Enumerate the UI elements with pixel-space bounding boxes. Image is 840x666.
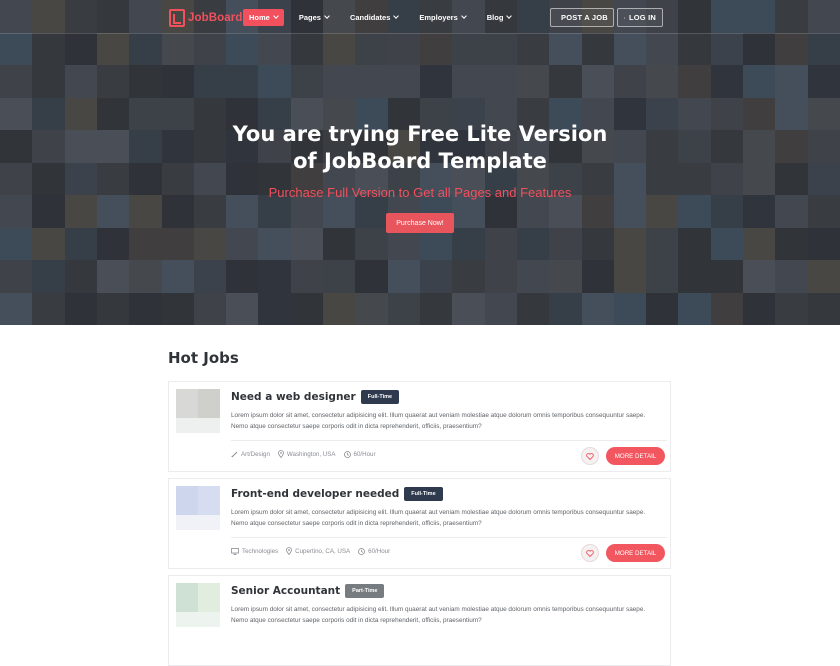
job-rate-label: 60/Hour (353, 450, 376, 458)
map-pin-icon (286, 547, 293, 555)
chevron-down-icon (273, 13, 279, 19)
hero-subtitle: Purchase Full Version to Get all Pages a… (268, 185, 572, 200)
job-title[interactable]: Need a web designer (231, 391, 356, 403)
nav-item-candidates[interactable]: Candidates (344, 9, 404, 26)
post-job-label: POST A JOB (561, 13, 608, 22)
chevron-down-icon (506, 13, 513, 19)
login-button[interactable]: LOG IN (617, 8, 663, 27)
company-logo[interactable] (176, 389, 220, 433)
job-title[interactable]: Senior Accountant (231, 585, 340, 597)
nav-item-label: Blog (486, 13, 504, 22)
more-detail-button[interactable]: MORE DETAIL (606, 544, 665, 562)
more-detail-button[interactable]: MORE DETAIL (606, 447, 665, 465)
login-label: LOG IN (628, 13, 656, 22)
job-type-badge: Full-Time (360, 390, 400, 404)
job-rate-label: 60/Hour (368, 547, 391, 555)
job-title[interactable]: Front-end developer needed (231, 488, 399, 500)
nav-item-label: Home (249, 13, 270, 22)
site-logo[interactable]: JobBoard (169, 8, 242, 27)
nav-item-blog[interactable]: Blog (481, 9, 518, 26)
job-category-label: Art/Design (241, 450, 270, 458)
job-category: Art/Design (231, 451, 270, 458)
job-rate: 60/Hour (358, 548, 390, 555)
job-location: Washington, USA (277, 450, 336, 458)
job-location-label: Washington, USA (286, 450, 336, 458)
job-description: Lorem ipsum dolor sit amet, consectetur … (231, 509, 646, 527)
job-category: Technologies (231, 548, 278, 555)
post-job-button[interactable]: POST A JOB (550, 8, 614, 27)
main-nav: Home Pages Candidates Employers Blog (243, 9, 526, 26)
monitor-icon (231, 547, 239, 555)
logo-icon (169, 8, 185, 27)
heart-icon (586, 549, 594, 557)
job-rate: 60/Hour (343, 450, 376, 458)
job-meta: Art/Design Washington, USA 60/Hour (231, 450, 384, 458)
job-meta: Technologies Cupertino, CA, USA 60/Hour (231, 547, 398, 555)
clock-icon (358, 547, 366, 555)
job-card: Senior Accountant Part-Time Lorem ipsum … (168, 575, 671, 666)
job-description: Lorem ipsum dolor sit amet, consectetur … (231, 412, 646, 430)
map-pin-icon (277, 450, 284, 458)
nav-item-home[interactable]: Home (243, 9, 284, 26)
lock-icon (624, 16, 625, 19)
favorite-button[interactable] (581, 447, 599, 465)
divider (231, 440, 667, 441)
company-logo[interactable] (176, 583, 220, 627)
nav-item-pages[interactable]: Pages (293, 9, 335, 26)
hot-jobs-heading: Hot Jobs (168, 349, 239, 367)
pen-icon (231, 451, 238, 457)
clock-icon (343, 450, 351, 458)
job-type-badge: Full-Time (404, 487, 443, 501)
nav-item-label: Candidates (349, 13, 391, 22)
job-card: Front-end developer needed Full-Time Lor… (168, 478, 671, 569)
top-navbar: JobBoard Home Pages Candidates Employers… (0, 0, 840, 34)
chevron-down-icon (324, 13, 330, 19)
nav-item-employers[interactable]: Employers (413, 9, 471, 26)
favorite-button[interactable] (581, 544, 599, 562)
divider (231, 537, 667, 538)
job-category-label: Technologies (242, 547, 279, 555)
job-location: Cupertino, CA, USA (286, 547, 350, 555)
job-type-badge: Part-Time (345, 584, 385, 598)
job-card: Need a web designer Full-Time Lorem ipsu… (168, 381, 671, 472)
hero-title-line-1: You are trying Free Lite Version (232, 122, 608, 146)
heart-icon (586, 452, 594, 460)
company-logo[interactable] (176, 486, 220, 530)
hero-title: You are trying Free Lite Version of JobB… (0, 121, 840, 175)
job-description: Lorem ipsum dolor sit amet, consectetur … (231, 606, 646, 624)
purchase-now-button[interactable]: Purchase Now! (386, 213, 454, 233)
chevron-down-icon (393, 13, 400, 19)
hero-banner: JobBoard Home Pages Candidates Employers… (0, 0, 840, 325)
logo-text: JobBoard (188, 11, 243, 24)
chevron-down-icon (460, 13, 467, 19)
hero-title-line-2: of JobBoard Template (293, 149, 547, 173)
job-location-label: Cupertino, CA, USA (295, 547, 351, 555)
nav-item-label: Pages (298, 13, 321, 22)
nav-item-label: Employers (419, 13, 458, 22)
